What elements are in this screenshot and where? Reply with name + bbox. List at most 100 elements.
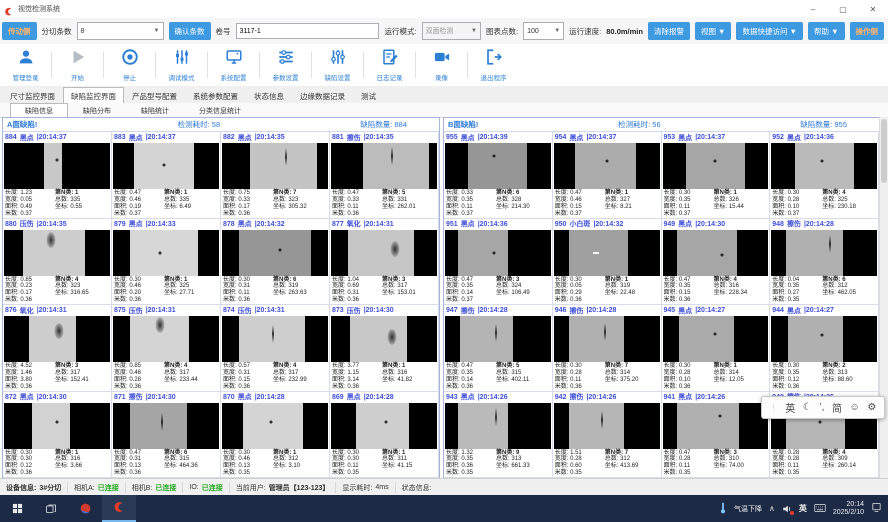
- defect-thumbnail[interactable]: [222, 403, 328, 449]
- tab-6[interactable]: 边缘数据记录: [292, 88, 353, 103]
- defect-thumbnail[interactable]: [4, 403, 110, 449]
- defect-cell[interactable]: 869 黑点 |20:14:28 长度: 0.30宽度: 0.30面积: 0.1…: [330, 392, 439, 479]
- defect-cell[interactable]: 945 黑点 |20:14:27 长度: 0.30宽度: 0.28面积: 0.1…: [662, 305, 771, 392]
- defect-cell[interactable]: 876 氧化 |20:14:31 长度: 4.52宽度: 1.46面积: 3.8…: [3, 305, 112, 392]
- defect-cell[interactable]: 941 黑点 |20:14:26 长度: 0.47宽度: 0.28面积: 0.1…: [662, 392, 771, 479]
- subtab-1[interactable]: 缺陷信息: [10, 103, 68, 118]
- roll-number-input[interactable]: [236, 23, 380, 39]
- exit-toolbar-button[interactable]: 退出程序: [470, 48, 517, 82]
- tab-1[interactable]: 尺寸监控界面: [2, 88, 63, 103]
- tune-toolbar-button[interactable]: 调试模式: [158, 48, 205, 82]
- minimize-button[interactable]: –: [798, 0, 828, 18]
- defect-cell[interactable]: 873 压伤 |20:14:30 长度: 3.77宽度: 1.15面积: 3.1…: [330, 305, 439, 392]
- clear-alarm-button[interactable]: 清除报警: [648, 22, 690, 40]
- defect-thumbnail[interactable]: [663, 403, 769, 449]
- ime-settings-gear-icon[interactable]: ⚙: [867, 402, 876, 413]
- operator-side-button[interactable]: 操作侧: [850, 22, 885, 40]
- task-view-button[interactable]: [34, 495, 68, 522]
- defect-cell[interactable]: 944 黑点 |20:14:27 长度: 0.30宽度: 0.35面积: 0.1…: [770, 305, 879, 392]
- ime-simplified-chinese[interactable]: 简: [832, 400, 842, 415]
- defect-thumbnail[interactable]: [113, 316, 219, 362]
- defect-thumbnail[interactable]: [554, 403, 660, 449]
- windows-start-button[interactable]: [0, 495, 34, 522]
- view-menu-button[interactable]: 视图 ▼: [695, 22, 732, 40]
- defect-thumbnail[interactable]: [113, 403, 219, 449]
- defect-cell[interactable]: 884 黑点 |20:14:37 长度: 1.23宽度: 0.05面积: 0.4…: [3, 132, 112, 219]
- ime-moon-icon[interactable]: ☾: [803, 402, 812, 413]
- defect-thumbnail[interactable]: [222, 230, 328, 276]
- defect-thumbnail[interactable]: [331, 230, 437, 276]
- defect-cell[interactable]: 874 压伤 |20:14:31 长度: 0.57宽度: 0.31面积: 0.1…: [221, 305, 330, 392]
- defect-thumbnail[interactable]: [445, 403, 551, 449]
- defect-cell[interactable]: 872 黑点 |20:14:30 长度: 0.30宽度: 0.30面积: 0.1…: [3, 392, 112, 479]
- defect-thumbnail[interactable]: [554, 230, 660, 276]
- defect-cell[interactable]: 946 擦伤 |20:14:28 长度: 0.30宽度: 0.28面积: 0.1…: [553, 305, 662, 392]
- tray-expand-caret[interactable]: ∧: [769, 504, 775, 513]
- defect-thumbnail[interactable]: [331, 316, 437, 362]
- defect-thumbnail[interactable]: [771, 230, 877, 276]
- defect-cell[interactable]: 880 压伤 |20:14:35 长度: 0.85宽度: 0.23面积: 0.1…: [3, 219, 112, 306]
- vertical-scrollbar[interactable]: [879, 117, 888, 478]
- ime-punctuation-icon[interactable]: ’,: [819, 402, 824, 413]
- touch-keyboard-icon[interactable]: [814, 503, 826, 515]
- camera-toolbar-button[interactable]: 录像: [418, 48, 465, 82]
- defect-thumbnail[interactable]: [554, 143, 660, 189]
- defect-cell[interactable]: 879 黑点 |20:14:33 长度: 0.30宽度: 0.46面积: 0.2…: [112, 219, 221, 306]
- slidersV-toolbar-button[interactable]: 缺陷设置: [314, 48, 361, 82]
- defect-thumbnail[interactable]: [331, 143, 437, 189]
- defect-thumbnail[interactable]: [771, 143, 877, 189]
- taskbar-app-inspection[interactable]: [102, 495, 136, 522]
- defect-cell[interactable]: 948 擦伤 |20:14:28 长度: 0.04宽度: 0.35面积: 0.2…: [770, 219, 879, 306]
- ime-mode-english[interactable]: 英: [785, 400, 795, 415]
- ime-emoji-icon[interactable]: ☺: [850, 402, 860, 413]
- defect-thumbnail[interactable]: [554, 316, 660, 362]
- defect-cell[interactable]: 882 黑点 |20:14:35 长度: 0.75宽度: 0.33面积: 0.1…: [221, 132, 330, 219]
- action-center-icon[interactable]: [871, 502, 882, 515]
- play-toolbar-button[interactable]: 开始: [54, 48, 101, 82]
- defect-thumbnail[interactable]: [113, 143, 219, 189]
- volume-icon[interactable]: [782, 504, 792, 514]
- defect-cell[interactable]: 871 擦伤 |20:14:30 长度: 0.47宽度: 0.31面积: 0.1…: [112, 392, 221, 479]
- data-quick-access-button[interactable]: 数据快捷访问 ▼: [736, 22, 803, 40]
- run-mode-select[interactable]: 双面检测 ▼: [422, 22, 481, 40]
- slit-count-select[interactable]: 8 ▼: [77, 22, 164, 40]
- defect-cell[interactable]: 881 擦伤 |20:14:35 长度: 0.47宽度: 0.33面积: 0.1…: [330, 132, 439, 219]
- monitor-toolbar-button[interactable]: 系统配置: [210, 48, 257, 82]
- drive-side-button[interactable]: 传动侧: [2, 22, 37, 40]
- defect-cell[interactable]: 877 氧化 |20:14:31 长度: 1.04宽度: 0.69面积: 0.3…: [330, 219, 439, 306]
- defect-cell[interactable]: 942 擦伤 |20:14:26 长度: 1.51宽度: 0.28面积: 0.6…: [553, 392, 662, 479]
- defect-thumbnail[interactable]: [663, 316, 769, 362]
- defect-thumbnail[interactable]: [331, 403, 437, 449]
- close-button[interactable]: ✕: [858, 0, 888, 18]
- defect-thumbnail[interactable]: [445, 230, 551, 276]
- defect-cell[interactable]: 951 黑点 |20:14:36 长度: 0.47宽度: 0.35面积: 0.1…: [444, 219, 553, 306]
- confirm-count-button[interactable]: 确认条数: [169, 22, 211, 40]
- defect-cell[interactable]: 953 黑点 |20:14:37 长度: 0.30宽度: 0.35面积: 0.1…: [662, 132, 771, 219]
- defect-thumbnail[interactable]: [222, 143, 328, 189]
- defect-thumbnail[interactable]: [222, 316, 328, 362]
- defect-cell[interactable]: 878 黑点 |20:14:32 长度: 0.30宽度: 0.31面积: 0.1…: [221, 219, 330, 306]
- tab-3[interactable]: 产品型号配置: [124, 88, 185, 103]
- defect-cell[interactable]: 954 黑点 |20:14:37 长度: 0.47宽度: 0.46面积: 0.1…: [553, 132, 662, 219]
- subtab-4[interactable]: 分类信息统计: [184, 104, 256, 117]
- slidersH-toolbar-button[interactable]: 参数设置: [262, 48, 309, 82]
- defect-cell[interactable]: 950 小白斑 |20:14:32 长度: 0.30宽度: 0.05面积: 0.…: [553, 219, 662, 306]
- defect-thumbnail[interactable]: [445, 143, 551, 189]
- weather-text[interactable]: 气温下降: [734, 504, 762, 514]
- taskbar-clock[interactable]: 20:14 2025/2/10: [833, 501, 864, 517]
- defect-cell[interactable]: 952 黑点 |20:14:36 长度: 0.30宽度: 0.28面积: 0.1…: [770, 132, 879, 219]
- defect-cell[interactable]: 949 黑点 |20:14:30 长度: 0.47宽度: 0.35面积: 0.1…: [662, 219, 771, 306]
- tab-7[interactable]: 测试: [353, 88, 384, 103]
- tab-5[interactable]: 状态信息: [246, 88, 292, 103]
- defect-cell[interactable]: 883 黑点 |20:14:37 长度: 0.47宽度: 0.46面积: 0.1…: [112, 132, 221, 219]
- defect-thumbnail[interactable]: [113, 230, 219, 276]
- defect-thumbnail[interactable]: [4, 143, 110, 189]
- log-toolbar-button[interactable]: 日志记录: [366, 48, 413, 82]
- defect-cell[interactable]: 870 黑点 |20:14:28 长度: 0.30宽度: 0.46面积: 0.1…: [221, 392, 330, 479]
- defect-thumbnail[interactable]: [771, 316, 877, 362]
- stop-toolbar-button[interactable]: 停止: [106, 48, 153, 82]
- defect-thumbnail[interactable]: [663, 230, 769, 276]
- subtab-3[interactable]: 缺陷统计: [126, 104, 184, 117]
- defect-cell[interactable]: 875 压伤 |20:14:31 长度: 0.85宽度: 0.46面积: 0.2…: [112, 305, 221, 392]
- defect-thumbnail[interactable]: [445, 316, 551, 362]
